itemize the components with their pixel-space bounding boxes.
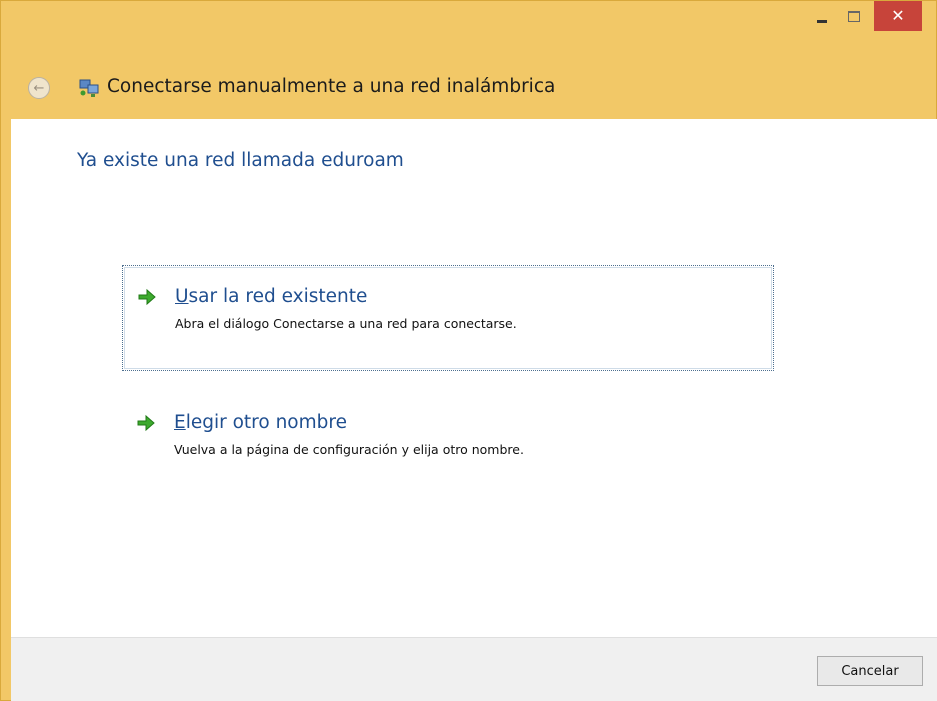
page-heading: Ya existe una red llamada eduroam (77, 150, 404, 171)
dialog-window: ✕ ← Conectarse manualmente a una red ina… (0, 0, 937, 701)
minimize-button[interactable] (807, 1, 837, 31)
green-arrow-icon (138, 288, 156, 306)
maximize-icon (848, 10, 860, 22)
maximize-button[interactable] (839, 1, 869, 31)
use-existing-network-option[interactable]: Usar la red existente Abra el diálogo Co… (122, 265, 774, 371)
green-arrow-icon (137, 414, 155, 432)
option-title-accelerator: U (175, 286, 189, 307)
network-icon (79, 79, 99, 97)
window-title: Conectarse manualmente a una red inalámb… (107, 76, 556, 97)
close-button[interactable]: ✕ (874, 1, 922, 31)
choose-other-name-option[interactable]: Elegir otro nombre Vuelva a la página de… (122, 394, 774, 474)
back-button[interactable]: ← (28, 77, 50, 99)
option-description: Vuelva a la página de configuración y el… (174, 442, 524, 457)
back-arrow-icon: ← (33, 80, 45, 96)
option-title: Elegir otro nombre (174, 412, 347, 433)
title-bar[interactable]: ✕ (1, 1, 937, 63)
option-title-accelerator: E (174, 412, 186, 433)
minimize-icon (817, 19, 827, 23)
content-panel: Ya existe una red llamada eduroam Usar l… (11, 119, 937, 637)
option-title-rest: sar la red existente (188, 286, 368, 307)
footer-bar: Cancelar (11, 637, 937, 701)
option-title: Usar la red existente (175, 286, 367, 307)
option-title-rest: legir otro nombre (185, 412, 347, 433)
close-icon: ✕ (891, 6, 905, 25)
option-description: Abra el diálogo Conectarse a una red par… (175, 316, 517, 331)
cancel-button[interactable]: Cancelar (817, 656, 923, 686)
